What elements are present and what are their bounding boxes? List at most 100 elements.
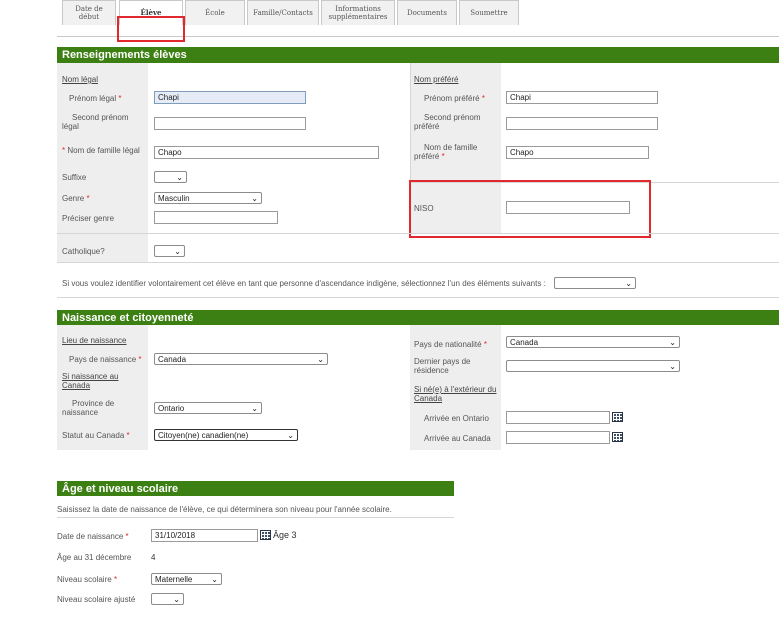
chevron-down-icon: ⌄ bbox=[669, 338, 676, 347]
select-value: Maternelle bbox=[155, 574, 193, 584]
section-title: Renseignements élèves bbox=[62, 49, 187, 61]
prenom-prefere-input[interactable]: Chapi bbox=[506, 91, 658, 104]
statut-canada-label: Statut au Canada * bbox=[62, 431, 130, 440]
required-mark: * bbox=[86, 194, 90, 203]
tab-label: Élève bbox=[140, 8, 162, 17]
section-header-age: Âge et niveau scolaire bbox=[57, 481, 454, 496]
second-prenom-prefere-label: Second prénom préféré bbox=[414, 113, 481, 131]
required-mark: * bbox=[125, 532, 129, 541]
label-text: Prénom légal bbox=[69, 94, 117, 103]
required-mark: * bbox=[113, 575, 118, 584]
prenom-prefere-label: Prénom préféré * bbox=[424, 94, 500, 103]
nom-famille-legal-label: * Nom de famille légal bbox=[62, 146, 148, 155]
label-text: Nom de famille légal bbox=[67, 146, 140, 155]
dernier-pays-select[interactable]: ⌄ bbox=[506, 360, 680, 372]
tab-label: Date de début bbox=[75, 5, 103, 21]
province-naissance-select[interactable]: Ontario ⌄ bbox=[154, 402, 262, 414]
pays-naissance-label: Pays de naissance * bbox=[69, 355, 147, 364]
chevron-down-icon: ⌄ bbox=[174, 247, 181, 256]
section-header-naissance: Naissance et citoyenneté bbox=[57, 310, 779, 325]
chevron-down-icon: ⌄ bbox=[669, 362, 676, 371]
preciser-genre-label: Préciser genre bbox=[62, 214, 115, 223]
tab-date-debut[interactable]: Date de début bbox=[62, 0, 116, 25]
chevron-down-icon: ⌄ bbox=[251, 404, 258, 413]
calendar-icon[interactable] bbox=[612, 432, 623, 442]
label-text: Niveau scolaire bbox=[57, 575, 112, 584]
age-31-decembre-value: 4 bbox=[151, 553, 156, 562]
label-text: Nom de famille préféré bbox=[414, 143, 478, 161]
tab-ecole[interactable]: École bbox=[185, 0, 245, 25]
select-value: Canada bbox=[158, 354, 187, 364]
label-text: Prénom préféré bbox=[424, 94, 480, 103]
catholique-select[interactable]: ⌄ bbox=[154, 245, 185, 257]
statut-canada-select[interactable]: Citoyen(ne) canadien(ne) ⌄ bbox=[154, 429, 298, 441]
autochtone-prompt: Si vous voulez identifier volontairement… bbox=[62, 279, 546, 288]
tab-label: Famille/Contacts bbox=[253, 9, 313, 17]
tab-label: Documents bbox=[407, 9, 447, 17]
section-header-renseignements: Renseignements élèves bbox=[57, 47, 779, 63]
prenom-legal-label: Prénom légal * bbox=[69, 94, 146, 103]
arrivee-ontario-label: Arrivée en Ontario bbox=[424, 414, 489, 423]
date-naissance-label: Date de naissance * bbox=[57, 532, 129, 541]
calendar-icon[interactable] bbox=[612, 412, 623, 422]
label-text: Statut au Canada bbox=[62, 431, 125, 440]
tab-documents[interactable]: Documents bbox=[397, 0, 457, 25]
label-text: Pays de nationalité bbox=[414, 340, 482, 349]
catholique-label: Catholique? bbox=[62, 247, 105, 256]
required-mark: * bbox=[481, 94, 485, 103]
required-mark: * bbox=[441, 152, 445, 161]
chevron-down-icon: ⌄ bbox=[176, 173, 183, 182]
tab-informations-supplementaires[interactable]: Informations supplémentaires bbox=[321, 0, 395, 25]
tab-eleve[interactable]: Élève bbox=[119, 0, 183, 25]
row-divider bbox=[57, 517, 454, 518]
chevron-down-icon: ⌄ bbox=[317, 355, 324, 364]
select-value: Masculin bbox=[158, 193, 190, 203]
arrivee-canada-input[interactable] bbox=[506, 431, 610, 444]
section-title: Âge et niveau scolaire bbox=[62, 482, 179, 495]
si-naissance-canada-heading: Si naissance au Canada bbox=[62, 372, 119, 390]
section-title: Naissance et citoyenneté bbox=[62, 311, 194, 324]
label-text: Pays de naissance bbox=[69, 355, 137, 364]
chevron-down-icon: ⌄ bbox=[287, 431, 294, 440]
tab-soumettre[interactable]: Soumettre bbox=[459, 0, 519, 25]
select-value: Citoyen(ne) canadien(ne) bbox=[158, 430, 249, 440]
label-text: Genre bbox=[62, 194, 85, 203]
row-divider bbox=[410, 182, 779, 183]
preciser-genre-input[interactable] bbox=[154, 211, 278, 224]
second-prenom-legal-input[interactable] bbox=[154, 117, 306, 130]
niveau-scolaire-select[interactable]: Maternelle ⌄ bbox=[151, 573, 222, 585]
suffixe-select[interactable]: ⌄ bbox=[154, 171, 187, 183]
second-prenom-prefere-input[interactable] bbox=[506, 117, 658, 130]
genre-label: Genre * bbox=[62, 194, 90, 203]
nom-famille-legal-input[interactable]: Chapo bbox=[154, 146, 379, 159]
nom-legal-heading: Nom légal bbox=[62, 75, 99, 84]
niveau-scolaire-label: Niveau scolaire * bbox=[57, 575, 117, 584]
tab-label: École bbox=[205, 9, 225, 17]
autochtone-select[interactable]: ⌄ bbox=[554, 277, 636, 289]
nom-famille-prefere-input[interactable]: Chapo bbox=[506, 146, 649, 159]
nom-famille-prefere-label: Nom de famille préféré * bbox=[414, 143, 500, 161]
prenom-legal-input[interactable]: Chapi bbox=[154, 91, 306, 104]
age-display: Âge 3 bbox=[273, 530, 297, 540]
select-value: Canada bbox=[510, 337, 539, 347]
pays-nationalite-select[interactable]: Canada ⌄ bbox=[506, 336, 680, 348]
niveau-scolaire-ajuste-select[interactable]: ⌄ bbox=[151, 593, 184, 605]
dernier-pays-label: Dernier pays de résidence bbox=[414, 357, 471, 375]
date-naissance-input[interactable]: 31/10/2018 bbox=[151, 529, 258, 542]
nom-prefere-heading: Nom préféré bbox=[414, 75, 459, 84]
chevron-down-icon: ⌄ bbox=[251, 194, 258, 203]
required-mark: * bbox=[118, 94, 122, 103]
calendar-icon[interactable] bbox=[260, 530, 271, 540]
tab-famille-contacts[interactable]: Famille/Contacts bbox=[247, 0, 319, 25]
arrivee-ontario-input[interactable] bbox=[506, 411, 610, 424]
pays-naissance-select[interactable]: Canada ⌄ bbox=[154, 353, 328, 365]
required-mark: * bbox=[483, 340, 487, 349]
age-intro-text: Saisissez la date de naissance de l'élèv… bbox=[57, 505, 392, 514]
row-divider bbox=[57, 262, 779, 263]
si-ne-exterieur-heading: Si né(e) à l'extérieur du Canada bbox=[414, 385, 497, 403]
arrivee-canada-label: Arrivée au Canada bbox=[424, 434, 491, 443]
niso-input[interactable] bbox=[506, 201, 630, 214]
genre-select[interactable]: Masculin ⌄ bbox=[154, 192, 262, 204]
lieu-naissance-heading: Lieu de naissance bbox=[62, 336, 127, 345]
chevron-down-icon: ⌄ bbox=[211, 575, 218, 584]
